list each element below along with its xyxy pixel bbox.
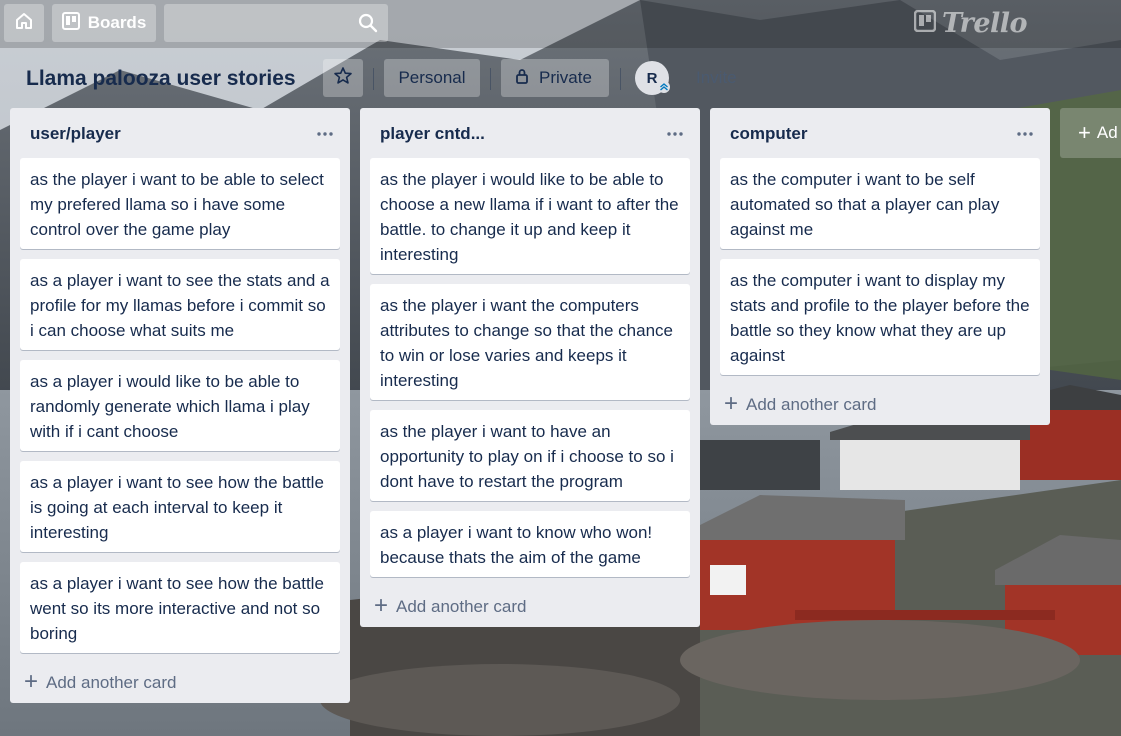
list-header: player cntd...: [360, 108, 700, 158]
lock-icon: [515, 68, 529, 89]
invite-button[interactable]: Invite: [684, 59, 749, 97]
list-card[interactable]: as the player i want to be able to selec…: [20, 158, 340, 249]
add-list-label: Ad: [1096, 123, 1118, 142]
add-card-label: Add another card: [46, 673, 177, 692]
list-card[interactable]: as the player i want to have an opportun…: [370, 410, 690, 501]
add-card-label: Add another card: [746, 395, 877, 414]
list-card[interactable]: as the computer i want to display my sta…: [720, 259, 1040, 375]
add-card-button[interactable]: + Add another card: [710, 385, 1050, 425]
add-card-button[interactable]: + Add another card: [360, 587, 700, 627]
private-label: Private: [539, 68, 592, 87]
more-icon[interactable]: [666, 124, 684, 142]
divider: [620, 68, 621, 90]
search-input[interactable]: [164, 4, 388, 42]
avatar-initial: R: [646, 69, 658, 87]
list-title[interactable]: user/player: [30, 124, 121, 144]
list-card[interactable]: as the player i want the computers attri…: [370, 284, 690, 400]
privacy-button[interactable]: Private: [501, 59, 609, 97]
list-computer: computer as the computer i want to be se…: [710, 108, 1050, 425]
board-title[interactable]: Llama palooza user stories: [26, 62, 296, 96]
more-icon[interactable]: [316, 124, 334, 142]
list-card[interactable]: as the computer i want to be self automa…: [720, 158, 1040, 249]
trello-logo[interactable]: Trello: [913, 7, 1028, 39]
divider: [373, 68, 374, 90]
more-icon[interactable]: [1016, 124, 1034, 142]
divider: [490, 68, 491, 90]
list-card[interactable]: as a player i want to see the stats and …: [20, 259, 340, 350]
top-header: Boards Trello: [0, 0, 1121, 48]
team-visibility-button[interactable]: Personal: [384, 59, 480, 97]
add-list-button[interactable]: + Ad: [1060, 108, 1121, 158]
home-button[interactable]: [4, 4, 44, 42]
search-icon[interactable]: [358, 13, 378, 38]
plus-icon: +: [24, 667, 39, 695]
plus-icon: +: [374, 591, 389, 619]
plus-icon: +: [724, 389, 739, 417]
list-header: computer: [710, 108, 1050, 158]
logo-text: Trello: [942, 7, 1028, 39]
member-avatar[interactable]: R: [635, 61, 670, 97]
trello-logo-icon: [913, 8, 937, 39]
boards-label: Boards: [87, 13, 147, 32]
star-icon: [333, 66, 353, 91]
list-player-cntd: player cntd... as the player i would lik…: [360, 108, 700, 627]
boards-button[interactable]: Boards: [52, 4, 156, 42]
list-user-player: user/player as the player i want to be a…: [10, 108, 350, 703]
list-header: user/player: [10, 108, 350, 158]
add-card-button[interactable]: + Add another card: [10, 663, 350, 703]
list-card[interactable]: as the player i would like to be able to…: [370, 158, 690, 274]
home-icon: [14, 11, 34, 36]
plus-icon: +: [1078, 120, 1091, 145]
list-card[interactable]: as a player i want to see how the battle…: [20, 562, 340, 653]
star-board-button[interactable]: [323, 59, 363, 97]
list-card[interactable]: as a player i want to see how the battle…: [20, 461, 340, 552]
add-card-label: Add another card: [396, 597, 527, 616]
list-title[interactable]: computer: [730, 124, 807, 144]
admin-chevron-icon: [658, 80, 670, 97]
boards-icon: [61, 11, 80, 35]
list-card[interactable]: as a player i want to know who won! beca…: [370, 511, 690, 577]
list-title[interactable]: player cntd...: [380, 124, 485, 144]
personal-label: Personal: [398, 68, 466, 87]
list-card[interactable]: as a player i would like to be able to r…: [20, 360, 340, 451]
